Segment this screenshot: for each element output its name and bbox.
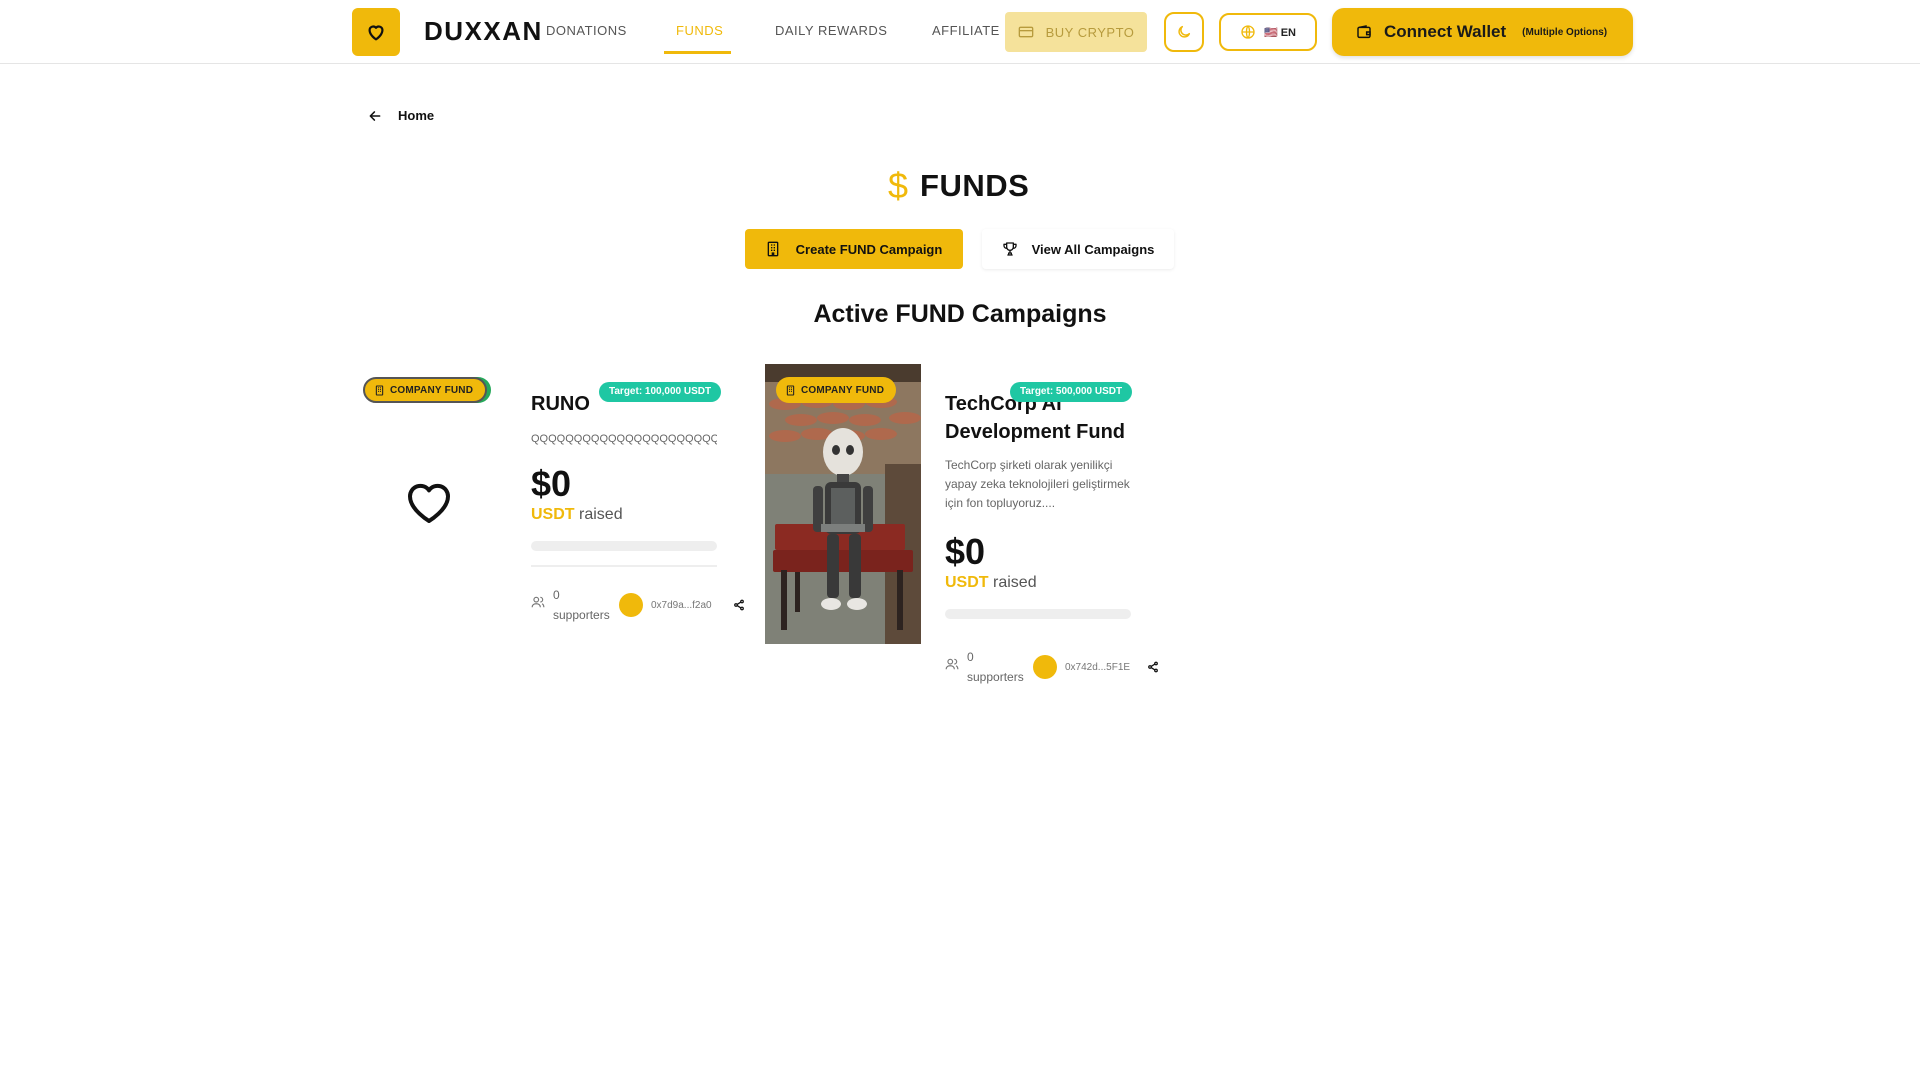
create-fund-campaign-label: Create FUND Campaign <box>795 241 943 257</box>
robot-photo <box>765 364 921 644</box>
nav-funds[interactable]: FUNDS <box>676 22 723 40</box>
view-all-campaigns-label: View All Campaigns <box>1031 241 1155 257</box>
share-button[interactable] <box>1147 661 1159 673</box>
target-badge: Target: 500,000 USDT <box>1010 382 1133 402</box>
raised-line: USDT raised <box>945 573 1145 593</box>
company-fund-badge: COMPANY FUND <box>363 377 488 403</box>
supporters-label: supporters <box>553 608 610 622</box>
supporters-count: 0 supporters <box>945 647 1033 687</box>
arrow-left-icon <box>369 110 381 121</box>
trophy-icon <box>1002 242 1017 256</box>
active-nav-indicator <box>664 51 731 54</box>
wallet-icon <box>1357 25 1371 39</box>
connect-wallet-sublabel: (Multiple Options) <box>1522 26 1608 38</box>
page-title: $ FUNDS <box>888 166 1029 206</box>
top-header: DUXXAN DONATIONS FUNDS DAILY REWARDS AFF… <box>0 0 1920 64</box>
owner-avatar <box>1033 655 1057 679</box>
heart-icon <box>368 25 384 41</box>
supporters-count: 0 supporters <box>531 585 619 625</box>
nav-donations[interactable]: DONATIONS <box>546 22 627 40</box>
progress-bar <box>945 609 1131 619</box>
language-label: 🇺🇸 EN <box>1263 26 1297 39</box>
campaign-description: QQQQQQQQQQQQQQQQQQQQQQQQ <box>531 433 717 445</box>
supporters-number: 0 <box>967 650 974 664</box>
raised-amount: $0 <box>531 463 572 504</box>
supporters-number: 0 <box>553 588 560 602</box>
company-fund-label: COMPANY FUND <box>801 384 885 396</box>
owner-avatar <box>619 593 643 617</box>
connect-wallet-button[interactable]: Connect Wallet (Multiple Options) <box>1332 8 1633 56</box>
campaign-image: COMPANY FUND <box>765 364 921 644</box>
campaign-body: RUNO QQQQQQQQQQQQQQQQQQQQQQQQ $0 USDT ra… <box>531 364 744 625</box>
owner-address: 0x7d9a...f2a0 <box>651 599 712 611</box>
heart-icon <box>407 483 451 523</box>
users-icon <box>531 596 545 608</box>
connect-wallet-label: Connect Wallet <box>1384 22 1507 41</box>
campaign-media: COMPANY FUND <box>363 364 519 614</box>
campaign-body: TechCorp AI Development Fund TechCorp şi… <box>945 364 1158 687</box>
brand-name[interactable]: DUXXAN <box>424 14 543 48</box>
nav-affiliate[interactable]: AFFILIATE <box>932 22 1000 40</box>
view-all-campaigns-button[interactable]: View All Campaigns <box>982 229 1174 269</box>
dollar-icon: $ <box>888 165 909 206</box>
campaign-card[interactable]: COMPANY FUND Target: 100,000 USDT RUNO Q… <box>363 364 744 625</box>
campaign-meta: 0 supporters 0x742d...5F1E <box>945 647 1160 687</box>
buy-crypto-button[interactable]: BUY CRYPTO <box>1005 12 1147 52</box>
raised-label: raised <box>579 506 623 523</box>
buy-crypto-label: BUY CRYPTO <box>1045 24 1135 40</box>
campaign-card[interactable]: COMPANY FUND Target: 500,000 USDT TechCo… <box>765 364 1165 684</box>
logo-button[interactable] <box>352 8 400 56</box>
campaign-meta: 0 supporters 0x7d9a...f2a0 <box>531 585 746 625</box>
building-icon <box>375 384 384 396</box>
language-selector[interactable]: 🇺🇸 EN <box>1219 13 1317 51</box>
raised-amount: $0 <box>945 531 986 572</box>
owner-address: 0x742d...5F1E <box>1065 661 1131 673</box>
progress-bar <box>531 541 717 551</box>
raised-currency: USDT <box>945 574 989 591</box>
company-fund-badge: COMPANY FUND <box>776 377 897 403</box>
nav-daily-rewards[interactable]: DAILY REWARDS <box>775 22 887 40</box>
share-icon <box>1148 661 1158 673</box>
card-divider <box>531 565 717 567</box>
section-title: Active FUND Campaigns <box>813 300 1107 328</box>
back-home-label: Home <box>398 108 435 123</box>
target-badge: Target: 100,000 USDT <box>599 382 722 402</box>
page-title-text: FUNDS <box>920 168 1030 203</box>
share-button[interactable] <box>733 599 745 611</box>
moon-icon <box>1178 25 1191 38</box>
raised-line: USDT raised <box>531 505 731 525</box>
theme-toggle-button[interactable] <box>1164 12 1204 52</box>
supporters-label: supporters <box>967 670 1024 684</box>
create-fund-campaign-button[interactable]: Create FUND Campaign <box>745 229 963 269</box>
share-icon <box>734 599 744 611</box>
credit-card-icon <box>1018 26 1033 38</box>
back-home-link[interactable]: Home <box>368 108 434 123</box>
globe-icon <box>1241 25 1255 39</box>
campaign-description: TechCorp şirketi olarak yenilikçi yapay … <box>945 458 1130 510</box>
company-fund-label: COMPANY FUND <box>390 384 474 396</box>
building-icon <box>786 384 795 396</box>
raised-label: raised <box>993 574 1037 591</box>
building-icon <box>767 241 779 257</box>
raised-currency: USDT <box>531 506 575 523</box>
users-icon <box>945 658 959 670</box>
